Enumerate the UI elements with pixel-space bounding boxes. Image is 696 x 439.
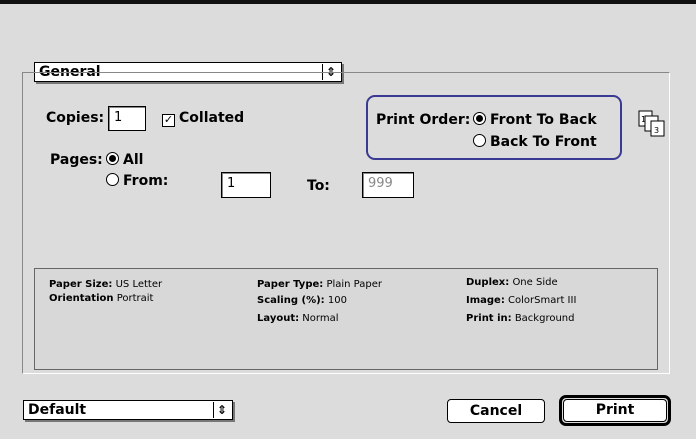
svg-text:1: 1 bbox=[641, 115, 646, 124]
radio-back-to-front[interactable]: Back To Front bbox=[473, 134, 597, 150]
pages-all-label: All bbox=[123, 152, 144, 168]
radio-front-to-back[interactable]: Front To Back bbox=[473, 112, 597, 128]
copies-label: Copies: bbox=[46, 110, 105, 126]
pages-label: Pages: bbox=[50, 152, 103, 168]
cancel-button[interactable]: Cancel bbox=[447, 399, 545, 423]
to-page-field[interactable]: 999 bbox=[362, 172, 414, 198]
radio-on-icon bbox=[473, 112, 486, 125]
settings-summary-box: Paper Size: US Letter Orientation Portra… bbox=[34, 268, 658, 370]
radio-off-icon bbox=[473, 134, 486, 147]
page-order-icon: 1 3 bbox=[638, 110, 665, 137]
front-to-back-label: Front To Back bbox=[490, 112, 597, 128]
summary-paper-size: Paper Size: US Letter bbox=[49, 279, 163, 290]
pages-from-label: From: bbox=[123, 173, 169, 189]
up-down-arrows-icon: ⇕ bbox=[213, 402, 230, 418]
svg-text:3: 3 bbox=[654, 126, 659, 135]
collated-label: Collated bbox=[179, 110, 245, 126]
summary-image: Image: ColorSmart III bbox=[466, 295, 577, 306]
summary-paper-type: Paper Type: Plain Paper bbox=[257, 279, 383, 290]
radio-on-icon bbox=[106, 152, 119, 165]
summary-orientation: Orientation Portrait bbox=[49, 293, 154, 304]
checkmark-icon: ✓ bbox=[162, 113, 175, 127]
radio-pages-from[interactable]: From: bbox=[106, 173, 168, 189]
radio-off-icon bbox=[106, 173, 119, 186]
settings-popup-menu[interactable]: Default ⇕ bbox=[23, 400, 233, 420]
print-order-label: Print Order: bbox=[376, 112, 471, 128]
back-to-front-label: Back To Front bbox=[490, 134, 597, 150]
summary-scaling: Scaling (%): 100 bbox=[257, 295, 347, 306]
print-button[interactable]: Print bbox=[563, 399, 667, 422]
collated-checkbox[interactable]: ✓ Collated bbox=[162, 110, 244, 127]
summary-print-in: Print in: Background bbox=[466, 313, 575, 324]
window-top-border bbox=[0, 0, 696, 4]
to-label: To: bbox=[307, 178, 330, 194]
settings-popup-label: Default bbox=[28, 402, 87, 418]
copies-field[interactable]: 1 bbox=[108, 106, 146, 131]
summary-duplex: Duplex: One Side bbox=[466, 277, 558, 288]
from-page-field[interactable]: 1 bbox=[221, 172, 271, 198]
radio-pages-all[interactable]: All bbox=[106, 152, 143, 168]
summary-layout: Layout: Normal bbox=[257, 313, 339, 324]
